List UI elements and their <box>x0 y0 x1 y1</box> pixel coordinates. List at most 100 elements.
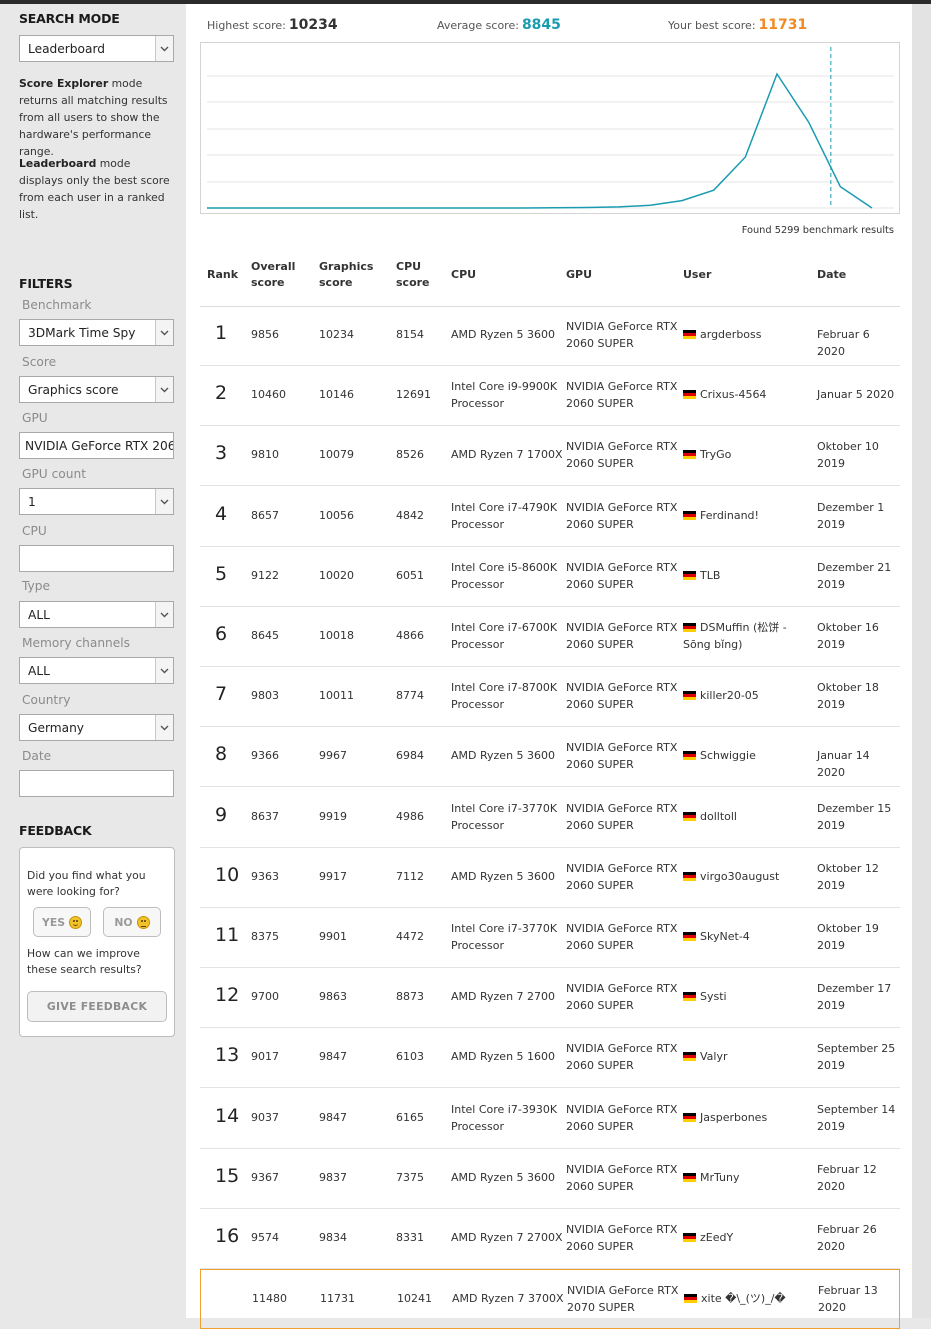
user-cell[interactable]: TLB <box>683 567 801 584</box>
table-row[interactable]: 13 9017 9847 6103 AMD Ryzen 5 1600 NVIDIA GeF… <box>200 1028 900 1088</box>
table-row[interactable]: 5 9122 10020 6051 Intel Core i5-8600K Process… <box>200 547 900 607</box>
table-row[interactable]: 7 9803 10011 8774 Intel Core i7-8700K Process… <box>200 667 900 727</box>
header-graphics-score[interactable]: Graphics score <box>319 259 373 291</box>
gpu-cell[interactable]: NVIDIA GeForce RTX 2060 SUPER <box>566 499 677 533</box>
user-cell[interactable]: TryGo <box>683 446 801 463</box>
gpu-cell[interactable]: NVIDIA GeForce RTX 2060 SUPER <box>566 1161 677 1195</box>
cpu-cell[interactable]: AMD Ryzen 5 1600 <box>451 1048 555 1065</box>
cpu-cell[interactable]: AMD Ryzen 5 3600 <box>451 747 555 764</box>
user-cell[interactable]: Valyr <box>683 1048 801 1065</box>
cpu-input[interactable] <box>19 545 174 572</box>
table-row[interactable]: 11 8375 9901 4472 Intel Core i7-3770K Process… <box>200 908 900 968</box>
gpu-cell[interactable]: NVIDIA GeForce RTX 2060 SUPER <box>566 920 677 954</box>
header-cpu-score[interactable]: CPU score <box>396 259 430 291</box>
table-row[interactable]: 1 9856 10234 8154 AMD Ryzen 5 3600 NVIDIA GeF… <box>200 306 900 366</box>
table-row[interactable]: 9 8637 9919 4986 Intel Core i7-3770K Processo… <box>200 788 900 848</box>
header-gpu[interactable]: GPU <box>566 267 592 283</box>
gpu-cell[interactable]: NVIDIA GeForce RTX 2060 SUPER <box>566 1040 677 1074</box>
memory-channels-value: ALL <box>28 664 50 678</box>
cpu-cell[interactable]: Intel Core i7-6700K Processor <box>451 619 557 653</box>
gpu-cell[interactable]: NVIDIA GeForce RTX 2060 SUPER <box>566 1101 677 1135</box>
search-mode-select[interactable]: Leaderboard <box>19 35 174 62</box>
gpu-cell[interactable]: NVIDIA GeForce RTX 2060 SUPER <box>566 739 677 773</box>
user-cell[interactable]: MrTuny <box>683 1169 801 1186</box>
table-row[interactable]: 3 9810 10079 8526 AMD Ryzen 7 1700X NVIDIA Ge… <box>200 426 900 486</box>
header-date[interactable]: Date <box>817 267 846 283</box>
table-row[interactable]: 15 9367 9837 7375 AMD Ryzen 5 3600 NVIDIA GeF… <box>200 1149 900 1209</box>
user-cell[interactable]: SkyNet-4 <box>683 928 801 945</box>
country-select[interactable]: Germany <box>19 714 174 741</box>
table-row[interactable]: 16 9574 9834 8331 AMD Ryzen 7 2700X NVIDIA Ge… <box>200 1209 900 1269</box>
user-cell[interactable]: Systi <box>683 988 801 1005</box>
header-user[interactable]: User <box>683 267 711 283</box>
user-cell[interactable]: virgo30august <box>683 868 801 885</box>
table-row[interactable]: 6 8645 10018 4866 Intel Core i7-6700K Process… <box>200 607 900 667</box>
give-feedback-button[interactable]: GIVE FEEDBACK <box>27 991 167 1022</box>
gpu-cell[interactable]: NVIDIA GeForce RTX 2060 SUPER <box>566 800 677 834</box>
date-input[interactable] <box>19 770 174 797</box>
type-select[interactable]: ALL <box>19 601 174 628</box>
cpu-cell[interactable]: Intel Core i7-3770K Processor <box>451 800 557 834</box>
cpu-cell[interactable]: Intel Core i7-3930K Processor <box>451 1101 557 1135</box>
table-row[interactable]: 12 9700 9863 8873 AMD Ryzen 7 2700 NVIDIA GeF… <box>200 968 900 1028</box>
gpu-count-select[interactable]: 1 <box>19 488 174 515</box>
cpu-cell[interactable]: Intel Core i9-9900K Processor <box>451 378 557 412</box>
user-cell[interactable]: Ferdinand! <box>683 507 801 524</box>
gpu-input[interactable]: NVIDIA GeForce RTX 2060 SUPER <box>19 432 174 459</box>
leaderboard-description: Leaderboard mode displays only the best … <box>19 157 170 221</box>
gpu-cell[interactable]: NVIDIA GeForce RTX 2060 SUPER <box>566 378 677 412</box>
gpu-cell[interactable]: NVIDIA GeForce RTX 2060 SUPER <box>566 438 677 472</box>
gpu-cell[interactable]: NVIDIA GeForce RTX 2060 SUPER <box>566 980 677 1014</box>
user-cell[interactable]: dolltoll <box>683 808 801 825</box>
gpu-cell[interactable]: NVIDIA GeForce RTX 2060 SUPER <box>566 318 677 352</box>
memory-channels-select[interactable]: ALL <box>19 657 174 684</box>
filter-label-type: Type <box>22 579 50 593</box>
cpu-cell[interactable]: AMD Ryzen 7 2700 <box>451 988 555 1005</box>
yes-button[interactable]: YES <box>33 907 91 937</box>
cpu-cell[interactable]: Intel Core i7-8700K Processor <box>451 679 557 713</box>
user-cell[interactable]: Schwiggie <box>683 747 801 764</box>
cpu-cell[interactable]: AMD Ryzen 5 3600 <box>451 1169 555 1186</box>
cpu-cell[interactable]: AMD Ryzen 5 3600 <box>451 326 555 343</box>
user-cell[interactable]: argderboss <box>683 326 801 343</box>
cpu-score-cell: 6051 <box>396 569 424 582</box>
score-select[interactable]: Graphics score <box>19 376 174 403</box>
my-result-row[interactable]: 11480 11731 10241 AMD Ryzen 7 3700X NVIDIA G… <box>200 1269 900 1329</box>
gpu-cell[interactable]: NVIDIA GeForce RTX 2060 SUPER <box>566 619 677 653</box>
user-cell[interactable]: killer20-05 <box>683 687 801 704</box>
highest-score-label: Highest score: <box>207 19 286 32</box>
cpu-cell[interactable]: Intel Core i7-3770K Processor <box>451 920 557 954</box>
benchmark-select[interactable]: 3DMark Time Spy <box>19 319 174 346</box>
rank-cell: 8 <box>215 743 228 765</box>
cpu-cell[interactable]: AMD Ryzen 7 3700X <box>452 1290 564 1307</box>
table-row[interactable]: 8 9366 9967 6984 AMD Ryzen 5 3600 NVIDIA GeFo… <box>200 727 900 787</box>
gpu-cell[interactable]: NVIDIA GeForce RTX 2060 SUPER <box>566 679 677 713</box>
user-cell[interactable]: DSMuffin (松饼 - Sōng bǐng) <box>683 619 801 653</box>
gpu-cell[interactable]: NVIDIA GeForce RTX 2070 SUPER <box>567 1282 678 1316</box>
table-row[interactable]: 2 10460 10146 12691 Intel Core i9-9900K Proce… <box>200 366 900 426</box>
overall-score-cell: 9122 <box>251 569 279 582</box>
user-cell[interactable]: xite �\_(ツ)_/� <box>684 1290 802 1307</box>
table-row[interactable]: 4 8657 10056 4842 Intel Core i7-4790K Process… <box>200 487 900 547</box>
user-cell[interactable]: Crixus-4564 <box>683 386 801 403</box>
user-cell[interactable]: Jasperbones <box>683 1109 801 1126</box>
cpu-cell[interactable]: AMD Ryzen 5 3600 <box>451 868 555 885</box>
header-cpu[interactable]: CPU <box>451 267 476 283</box>
cpu-cell[interactable]: Intel Core i7-4790K Processor <box>451 499 557 533</box>
cpu-cell[interactable]: AMD Ryzen 7 2700X <box>451 1229 563 1246</box>
no-button[interactable]: NO <box>103 907 161 937</box>
cpu-cell[interactable]: AMD Ryzen 7 1700X <box>451 446 563 463</box>
table-row[interactable]: 10 9363 9917 7112 AMD Ryzen 5 3600 NVIDIA GeF… <box>200 848 900 908</box>
gpu-cell[interactable]: NVIDIA GeForce RTX 2060 SUPER <box>566 559 677 593</box>
overall-score-cell: 9037 <box>251 1111 279 1124</box>
date-cell: Dezember 1 2019 <box>817 501 885 531</box>
gpu-cell[interactable]: NVIDIA GeForce RTX 2060 SUPER <box>566 860 677 894</box>
distribution-chart-svg <box>207 47 894 209</box>
user-cell[interactable]: zEedY <box>683 1229 801 1246</box>
table-row[interactable]: 14 9037 9847 6165 Intel Core i7-3930K Process… <box>200 1089 900 1149</box>
header-overall-score[interactable]: Overall score <box>251 259 295 291</box>
header-rank[interactable]: Rank <box>207 267 238 283</box>
gpu-cell[interactable]: NVIDIA GeForce RTX 2060 SUPER <box>566 1221 677 1255</box>
graphics-score-cell: 9917 <box>319 870 347 883</box>
cpu-cell[interactable]: Intel Core i5-8600K Processor <box>451 559 557 593</box>
